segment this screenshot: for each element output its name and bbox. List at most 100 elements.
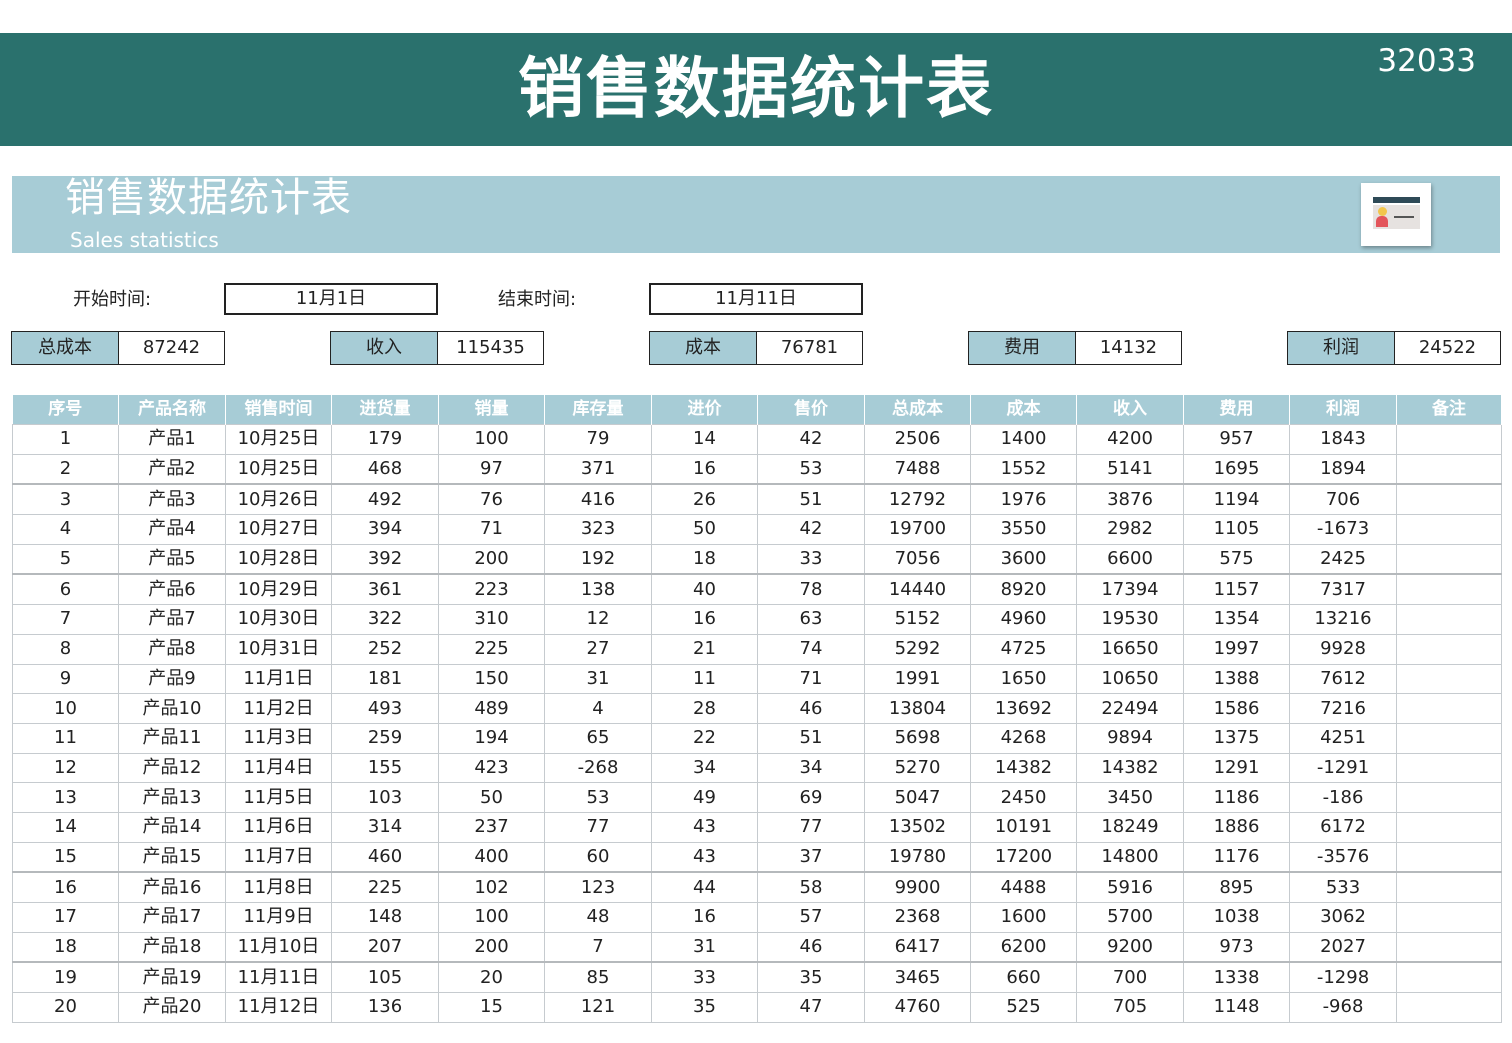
table-cell[interactable] [1396, 931, 1502, 963]
table-cell[interactable] [1396, 992, 1502, 1023]
table-cell[interactable]: 136 [331, 992, 439, 1023]
table-cell[interactable]: 3 [12, 483, 119, 516]
table-cell[interactable]: 11月4日 [225, 752, 332, 784]
table-cell[interactable]: 10月25日 [225, 424, 332, 455]
table-cell[interactable]: 468 [331, 453, 439, 485]
summary-value[interactable]: 14132 [1076, 332, 1181, 364]
table-cell[interactable]: 150 [438, 663, 545, 695]
table-cell[interactable]: 138 [544, 573, 652, 606]
table-cell[interactable]: 77 [757, 811, 865, 843]
table-cell[interactable]: 12 [544, 604, 652, 635]
table-cell[interactable]: 11月3日 [225, 722, 332, 754]
table-cell[interactable]: 105 [331, 961, 439, 994]
column-header[interactable]: 库存量 [544, 395, 652, 425]
table-cell[interactable] [1396, 841, 1502, 873]
table-cell[interactable]: 7 [12, 604, 119, 635]
table-cell[interactable]: 123 [544, 871, 652, 904]
table-cell[interactable]: 14440 [864, 573, 971, 606]
table-cell[interactable]: 323 [544, 514, 652, 545]
table-cell[interactable]: -1298 [1289, 961, 1397, 994]
column-header[interactable]: 进货量 [331, 395, 439, 425]
table-cell[interactable]: 78 [757, 573, 865, 606]
column-header[interactable]: 成本 [970, 395, 1077, 425]
table-cell[interactable]: 13804 [864, 693, 971, 724]
table-cell[interactable]: 7056 [864, 543, 971, 575]
table-cell[interactable]: 27 [544, 633, 652, 665]
table-cell[interactable]: 11月1日 [225, 663, 332, 695]
table-cell[interactable]: 8920 [970, 573, 1077, 606]
table-cell[interactable]: 525 [970, 992, 1077, 1023]
table-cell[interactable]: -968 [1289, 992, 1397, 1023]
table-cell[interactable] [1396, 483, 1502, 516]
table-cell[interactable]: 181 [331, 663, 439, 695]
table-cell[interactable]: 493 [331, 693, 439, 724]
table-cell[interactable]: 1886 [1183, 811, 1290, 843]
table-cell[interactable]: 1388 [1183, 663, 1290, 695]
table-cell[interactable]: 19 [12, 961, 119, 994]
table-cell[interactable]: 产品1 [118, 424, 226, 455]
table-cell[interactable]: 产品19 [118, 961, 226, 994]
table-cell[interactable]: 259 [331, 722, 439, 754]
table-cell[interactable]: 11月8日 [225, 871, 332, 904]
table-cell[interactable]: 194 [438, 722, 545, 754]
table-cell[interactable]: 42 [757, 424, 865, 455]
table-cell[interactable]: 产品15 [118, 841, 226, 873]
table-cell[interactable]: 322 [331, 604, 439, 635]
table-cell[interactable]: 22494 [1076, 693, 1184, 724]
table-cell[interactable]: 1157 [1183, 573, 1290, 606]
table-cell[interactable]: 13216 [1289, 604, 1397, 635]
table-cell[interactable]: 575 [1183, 543, 1290, 575]
table-cell[interactable]: 1186 [1183, 782, 1290, 813]
table-cell[interactable]: 11月2日 [225, 693, 332, 724]
table-cell[interactable]: 10650 [1076, 663, 1184, 695]
table-cell[interactable]: 2027 [1289, 931, 1397, 963]
table-cell[interactable]: 14 [12, 811, 119, 843]
table-cell[interactable]: 58 [757, 871, 865, 904]
table-cell[interactable]: 46 [757, 693, 865, 724]
table-cell[interactable]: 237 [438, 811, 545, 843]
table-cell[interactable]: 192 [544, 543, 652, 575]
table-cell[interactable]: 11月11日 [225, 961, 332, 994]
presenter-card-icon[interactable] [1361, 183, 1431, 246]
table-cell[interactable]: 225 [331, 871, 439, 904]
table-cell[interactable]: 40 [651, 573, 758, 606]
table-cell[interactable]: 13502 [864, 811, 971, 843]
table-cell[interactable]: 5152 [864, 604, 971, 635]
table-cell[interactable]: 57 [757, 902, 865, 933]
table-cell[interactable]: 76 [438, 483, 545, 516]
table-cell[interactable]: 产品10 [118, 693, 226, 724]
table-cell[interactable] [1396, 961, 1502, 994]
table-cell[interactable]: 179 [331, 424, 439, 455]
table-cell[interactable]: 10月30日 [225, 604, 332, 635]
table-cell[interactable] [1396, 663, 1502, 695]
table-cell[interactable]: 28 [651, 693, 758, 724]
table-cell[interactable]: 7317 [1289, 573, 1397, 606]
table-cell[interactable]: 4 [12, 514, 119, 545]
table-cell[interactable]: 7612 [1289, 663, 1397, 695]
table-cell[interactable]: 产品11 [118, 722, 226, 754]
column-header[interactable]: 总成本 [864, 395, 971, 425]
table-cell[interactable] [1396, 514, 1502, 545]
table-cell[interactable]: 1586 [1183, 693, 1290, 724]
table-cell[interactable]: 6 [12, 573, 119, 606]
table-cell[interactable]: -268 [544, 752, 652, 784]
table-cell[interactable]: 11月7日 [225, 841, 332, 873]
table-cell[interactable]: 产品9 [118, 663, 226, 695]
table-cell[interactable]: 7216 [1289, 693, 1397, 724]
table-cell[interactable]: 1038 [1183, 902, 1290, 933]
table-cell[interactable] [1396, 782, 1502, 813]
table-cell[interactable]: 2368 [864, 902, 971, 933]
table-cell[interactable]: 1695 [1183, 453, 1290, 485]
table-cell[interactable]: 2506 [864, 424, 971, 455]
table-cell[interactable]: 46 [757, 931, 865, 963]
table-cell[interactable] [1396, 722, 1502, 754]
table-cell[interactable]: 5141 [1076, 453, 1184, 485]
table-cell[interactable]: 34 [757, 752, 865, 784]
table-cell[interactable]: 895 [1183, 871, 1290, 904]
table-cell[interactable]: 706 [1289, 483, 1397, 516]
table-cell[interactable]: 31 [544, 663, 652, 695]
table-cell[interactable]: 65 [544, 722, 652, 754]
table-cell[interactable]: 3450 [1076, 782, 1184, 813]
table-cell[interactable]: 19530 [1076, 604, 1184, 635]
table-cell[interactable]: 1600 [970, 902, 1077, 933]
